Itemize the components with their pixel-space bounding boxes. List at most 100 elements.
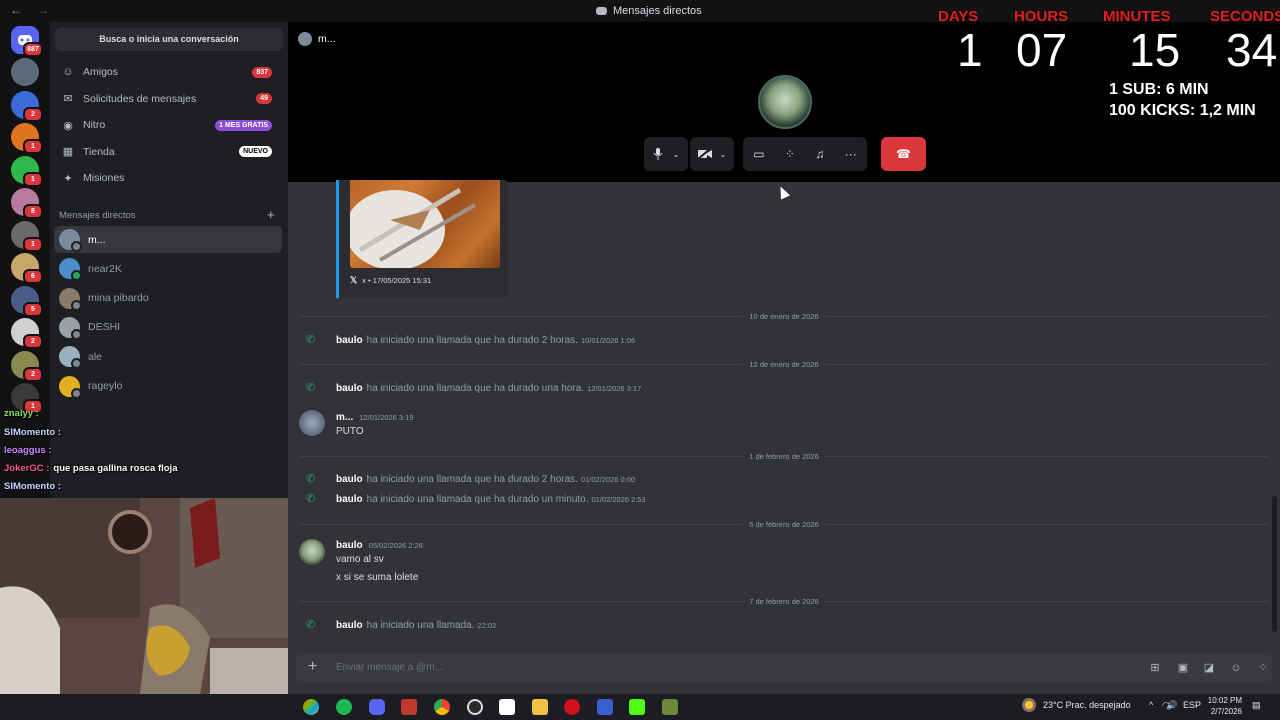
message-input[interactable]: Enviar mensaje a @m... bbox=[336, 662, 443, 673]
webcam-feed bbox=[0, 498, 288, 694]
microphone-icon bbox=[653, 148, 663, 160]
server-icon[interactable]: 6 bbox=[11, 253, 43, 284]
status-indicator bbox=[71, 328, 82, 340]
nav-item-tienda[interactable]: ▦ Tienda NUEVO bbox=[54, 139, 282, 165]
chat-username: leoaggus : bbox=[4, 445, 52, 456]
message-author[interactable]: baulo bbox=[336, 620, 363, 631]
dm-list-item[interactable]: ale bbox=[54, 343, 282, 370]
date-separator-text: 5 de febrero de 2026 bbox=[749, 519, 819, 529]
create-dm-plus-icon[interactable]: + bbox=[267, 207, 275, 222]
end-call-button[interactable]: ☎ bbox=[881, 137, 926, 171]
server-icon[interactable]: 2 bbox=[11, 90, 43, 122]
tray-expand-icon[interactable]: ^ bbox=[1149, 700, 1153, 710]
avatar bbox=[59, 287, 82, 311]
nitro-icon: ◉ bbox=[63, 119, 73, 132]
server-icon[interactable]: 1 bbox=[11, 155, 43, 187]
call-participant-avatar[interactable] bbox=[758, 75, 812, 129]
nav-item-misiones[interactable]: ✦ Misiones bbox=[54, 165, 282, 191]
obs-icon[interactable] bbox=[467, 699, 483, 715]
language-indicator[interactable]: ESP bbox=[1183, 700, 1201, 710]
scrollbar[interactable] bbox=[1272, 496, 1277, 632]
server-icon[interactable]: 8 bbox=[11, 188, 43, 219]
message-author[interactable]: baulo bbox=[336, 494, 363, 505]
stream-chat-line: JokerGC : que pasa gallina rosca floja bbox=[4, 463, 177, 474]
camera-button[interactable]: ⌄ bbox=[690, 137, 734, 171]
notifications-icon[interactable]: ▤ bbox=[1252, 700, 1261, 711]
upload-plus-icon[interactable]: + bbox=[308, 658, 317, 676]
message-author[interactable]: baulo bbox=[336, 335, 363, 346]
server-unread-badge: 2 bbox=[23, 366, 43, 382]
phone-icon: ✆ bbox=[306, 619, 316, 631]
activities-icon[interactable]: ⁘ bbox=[785, 147, 795, 161]
dm-list-item[interactable]: near2K bbox=[54, 255, 282, 282]
dm-list-item[interactable]: rageylo bbox=[54, 373, 282, 400]
discord-taskbar-icon[interactable] bbox=[369, 699, 385, 715]
soundboard-icon[interactable]: ♫ bbox=[815, 147, 824, 161]
timestamp: 12/01/2026 3:19 bbox=[359, 413, 414, 422]
home-button[interactable]: 887 bbox=[11, 26, 43, 57]
find-conversation-button[interactable]: Busca o inicia una conversación bbox=[55, 28, 283, 51]
avatar[interactable] bbox=[299, 539, 325, 565]
clock-time[interactable]: 10:02 PM bbox=[1206, 696, 1242, 705]
window-title-text: Mensajes directos bbox=[613, 5, 702, 17]
dm-list-item[interactable]: mina pibardo bbox=[54, 285, 282, 312]
sticker-icon[interactable]: ◪ bbox=[1202, 661, 1216, 675]
server-unread-badge: 8 bbox=[23, 204, 43, 219]
mute-button[interactable]: ⌄ bbox=[644, 137, 688, 171]
server-icon[interactable]: 5 bbox=[11, 285, 43, 317]
minecraft-icon[interactable] bbox=[662, 699, 678, 715]
weather-icon[interactable] bbox=[1022, 698, 1036, 712]
message-author[interactable]: baulo bbox=[336, 474, 363, 485]
server-icon[interactable]: 2 bbox=[11, 318, 43, 349]
embed-image[interactable] bbox=[350, 180, 500, 268]
avatar[interactable] bbox=[299, 410, 325, 436]
app-icon[interactable] bbox=[597, 699, 613, 715]
kick-icon[interactable] bbox=[629, 699, 645, 715]
camera-off-icon bbox=[697, 149, 712, 159]
message-text: vamo al sv bbox=[336, 554, 384, 565]
server-unread-badge: 6 bbox=[23, 269, 43, 284]
message-author[interactable]: baulo bbox=[336, 383, 363, 394]
screen-share-icon[interactable]: ▭ bbox=[753, 147, 764, 161]
gift-icon[interactable]: ⊞ bbox=[1148, 661, 1162, 675]
chevron-down-icon[interactable]: ⌄ bbox=[720, 150, 727, 159]
embed-photo bbox=[350, 187, 477, 268]
clock-date[interactable]: 2/7/2026 bbox=[1206, 707, 1242, 716]
more-options-icon[interactable]: ··· bbox=[845, 147, 857, 161]
nav-item-solicitudes[interactable]: ✉ Solicitudes de mensajes 49 bbox=[54, 86, 282, 112]
chevron-down-icon[interactable]: ⌄ bbox=[673, 150, 680, 159]
main-panel: m... ⌄ ⌄ ▭ ⁘ ♫ ··· ☎ 𝕏 x • 17/05/2025 15… bbox=[288, 22, 1280, 694]
app-icon[interactable] bbox=[499, 699, 515, 715]
message-composer[interactable]: + Enviar mensaje a @m... ⊞ ▣ ◪ ☺ ⁘ bbox=[296, 653, 1272, 683]
gif-icon[interactable]: ▣ bbox=[1176, 661, 1190, 675]
back-arrow-icon[interactable]: ← bbox=[10, 3, 22, 17]
dm-list-item[interactable]: DESHI bbox=[54, 314, 282, 341]
message-author[interactable]: m... bbox=[336, 412, 353, 423]
embed-footer: 𝕏 x • 17/05/2025 15:31 bbox=[350, 275, 431, 286]
forward-arrow-icon[interactable]: → bbox=[37, 3, 49, 17]
copilot-icon[interactable] bbox=[303, 699, 319, 715]
chrome-icon[interactable] bbox=[434, 699, 450, 715]
apps-icon[interactable]: ⁘ bbox=[1256, 661, 1270, 675]
volume-icon[interactable]: 🔊 bbox=[1166, 700, 1177, 711]
opera-icon[interactable] bbox=[564, 699, 580, 715]
spotify-icon[interactable] bbox=[336, 699, 352, 715]
message-author[interactable]: baulo bbox=[336, 540, 363, 551]
server-icon[interactable]: 1 bbox=[11, 220, 43, 252]
file-explorer-icon[interactable] bbox=[532, 699, 548, 715]
server-icon[interactable]: 1 bbox=[11, 123, 43, 154]
dm-list-item[interactable]: m... bbox=[54, 226, 282, 253]
server-icon[interactable]: 2 bbox=[11, 350, 43, 382]
app-icon[interactable] bbox=[401, 699, 417, 715]
nav-item-amigos[interactable]: ☺ Amigos 837 bbox=[54, 59, 282, 85]
webcam-image bbox=[0, 498, 288, 694]
avatar bbox=[59, 258, 82, 282]
dm-name: mina pibardo bbox=[88, 292, 149, 305]
server-icon[interactable] bbox=[11, 58, 39, 86]
emoji-icon[interactable]: ☺ bbox=[1229, 661, 1243, 675]
nav-item-nitro[interactable]: ◉ Nitro 1 MES GRATIS bbox=[54, 112, 282, 138]
link-embed[interactable]: 𝕏 x • 17/05/2025 15:31 bbox=[336, 180, 508, 298]
call-system-message: ✆ baulo ha iniciado una llamada. 22:02 bbox=[306, 618, 496, 631]
nav-item-badge: 837 bbox=[252, 66, 272, 78]
weather-text[interactable]: 23°C Prac. despejado bbox=[1043, 700, 1131, 710]
